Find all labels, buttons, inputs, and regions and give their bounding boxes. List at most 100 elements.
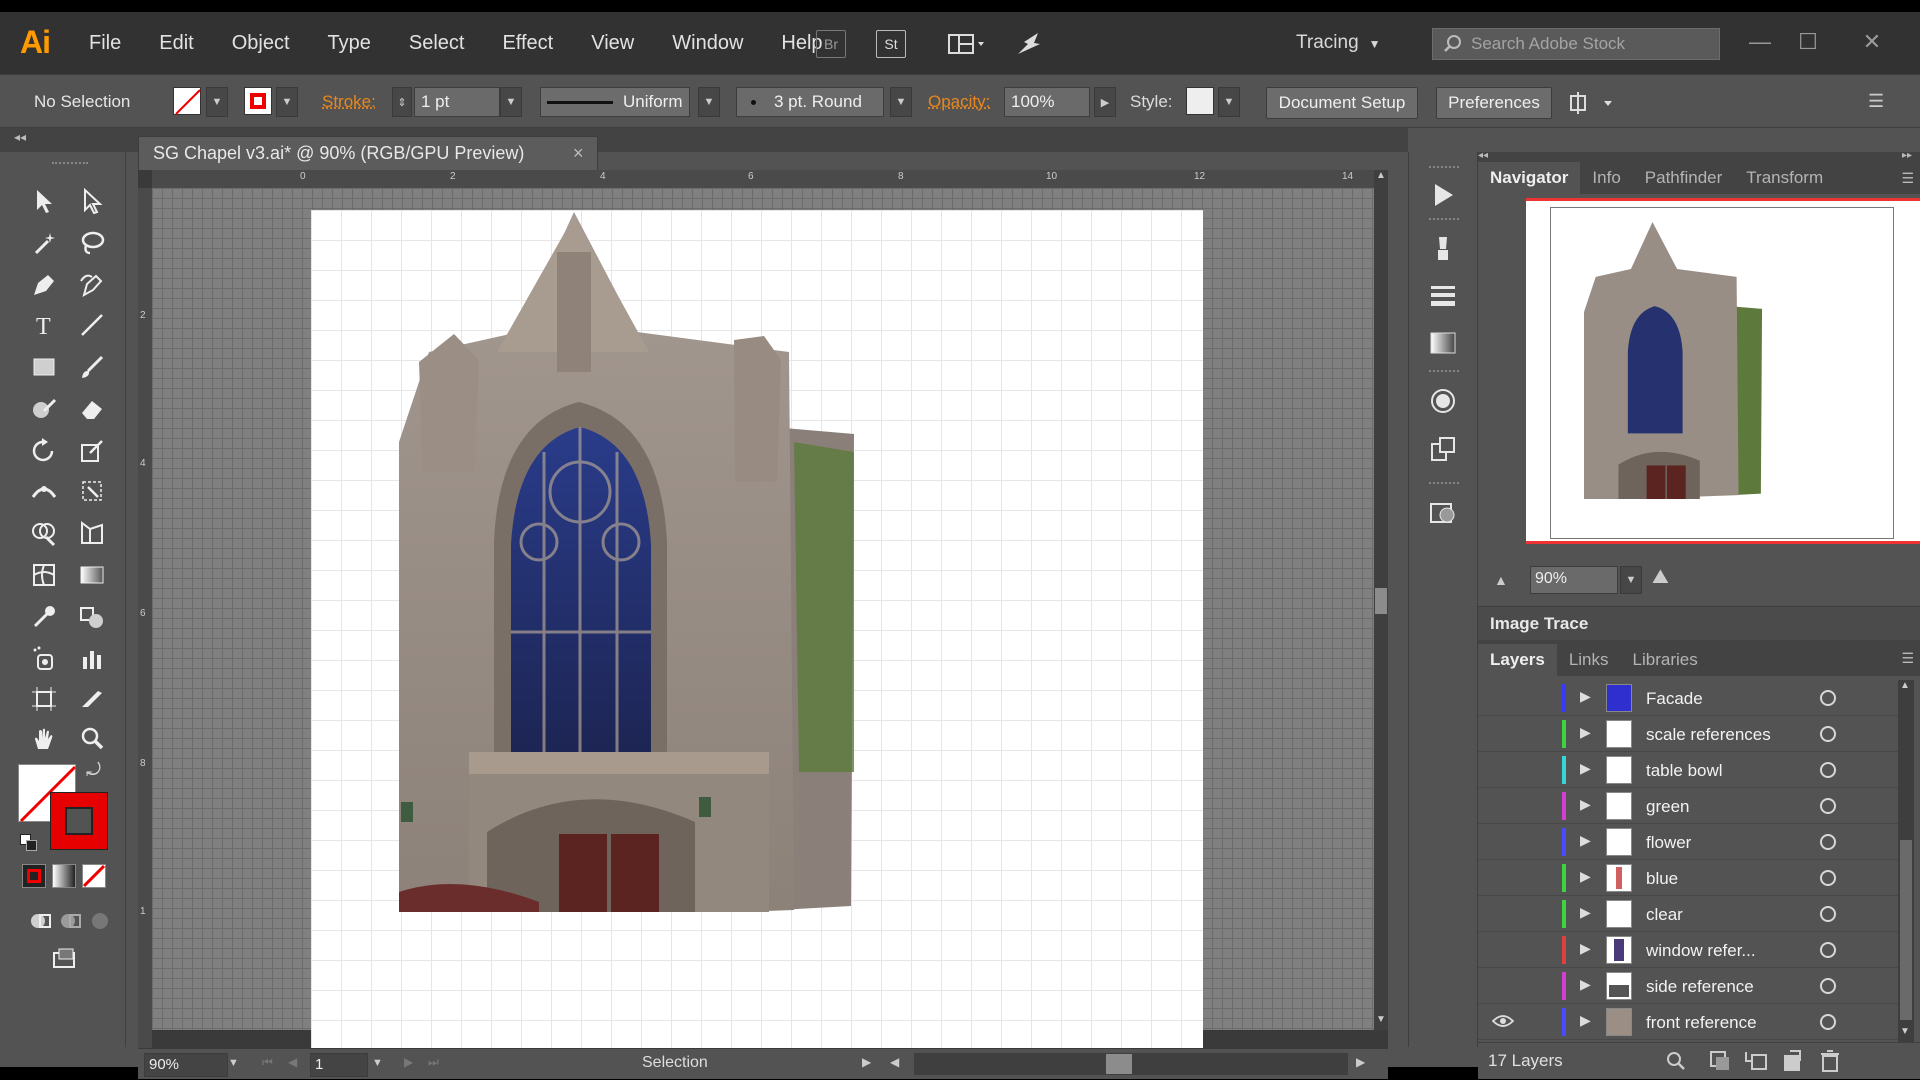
- scroll-down-icon[interactable]: ▼: [1376, 1014, 1386, 1025]
- layer-target-icon[interactable]: [1820, 906, 1836, 922]
- brush-dropdown[interactable]: ▼: [890, 87, 912, 117]
- horizontal-scrollbar[interactable]: [914, 1053, 1348, 1075]
- stock-button[interactable]: St: [876, 30, 906, 58]
- collapse-panels-icon[interactable]: ◂◂: [1478, 150, 1488, 161]
- actions-panel-icon[interactable]: [1425, 178, 1461, 212]
- layer-target-icon[interactable]: [1820, 1014, 1836, 1030]
- tools-grip[interactable]: [52, 162, 88, 168]
- layer-name[interactable]: window refer...: [1646, 941, 1756, 961]
- layer-target-icon[interactable]: [1820, 870, 1836, 886]
- panel-menu-icon[interactable]: ☰: [1901, 170, 1914, 187]
- navigator-zoom-dropdown[interactable]: ▼: [1620, 566, 1642, 594]
- menu-window[interactable]: Window: [653, 32, 762, 55]
- stroke-weight-field[interactable]: 1 pt: [414, 87, 500, 117]
- eyedropper-tool-icon[interactable]: [24, 598, 64, 636]
- scroll-down-icon[interactable]: ▼: [1900, 1026, 1910, 1037]
- fill-dropdown[interactable]: ▼: [206, 87, 228, 117]
- maximize-icon[interactable]: ☐: [1790, 26, 1826, 58]
- pen-tool-icon[interactable]: [24, 266, 64, 304]
- appearance-panel-icon[interactable]: [1425, 384, 1461, 418]
- layer-row[interactable]: ▶ side reference: [1478, 968, 1898, 1004]
- collapse-left-icon[interactable]: ◂◂: [14, 130, 26, 144]
- profile-dropdown[interactable]: ▼: [698, 87, 720, 117]
- horizontal-ruler[interactable]: 0 2 4 6 8 10 12 14: [152, 170, 1388, 188]
- layer-row[interactable]: ▶ scale references: [1478, 716, 1898, 752]
- menu-edit[interactable]: Edit: [140, 32, 212, 55]
- document-setup-button[interactable]: Document Setup: [1266, 87, 1418, 119]
- expand-panels-icon[interactable]: ▸▸: [1902, 150, 1912, 161]
- shaper-tool-icon[interactable]: [24, 390, 64, 428]
- layer-row[interactable]: ▶ blue: [1478, 860, 1898, 896]
- workspace-switcher[interactable]: Tracing ▼: [1296, 32, 1381, 54]
- panel-menu-icon[interactable]: ☰: [1868, 91, 1900, 115]
- new-sublayer-icon[interactable]: [1744, 1049, 1768, 1073]
- expand-layer-icon[interactable]: ▶: [1580, 940, 1591, 957]
- layer-row[interactable]: ▶ clear: [1478, 896, 1898, 932]
- layers-scrollbar[interactable]: ▲ ▼: [1898, 680, 1914, 1042]
- layer-target-icon[interactable]: [1820, 690, 1836, 706]
- layer-row[interactable]: ▶ Facade: [1478, 680, 1898, 716]
- artboard-dropdown-icon[interactable]: ▼: [372, 1057, 383, 1069]
- zoom-in-icon[interactable]: ⛰: [1652, 566, 1669, 589]
- layer-row[interactable]: ▶ flower: [1478, 824, 1898, 860]
- scroll-right-icon[interactable]: ▶: [1356, 1055, 1365, 1069]
- locate-object-icon[interactable]: [1664, 1049, 1688, 1073]
- tab-info[interactable]: Info: [1580, 168, 1632, 194]
- artboard-tool-icon[interactable]: [24, 680, 64, 718]
- pasteboard-grid[interactable]: [152, 188, 1374, 1048]
- expand-layer-icon[interactable]: ▶: [1580, 832, 1591, 849]
- layer-target-icon[interactable]: [1820, 942, 1836, 958]
- layer-name[interactable]: flower: [1646, 833, 1691, 853]
- slice-tool-icon[interactable]: [72, 680, 112, 718]
- gradient-mode-icon[interactable]: [52, 864, 76, 888]
- layer-name[interactable]: scale references: [1646, 725, 1771, 745]
- layer-target-icon[interactable]: [1820, 726, 1836, 742]
- new-layer-icon[interactable]: [1780, 1049, 1804, 1073]
- lasso-tool-icon[interactable]: [72, 224, 112, 262]
- free-transform-tool-icon[interactable]: [72, 472, 112, 510]
- color-mode-icon[interactable]: [22, 864, 46, 888]
- none-mode-icon[interactable]: [82, 864, 106, 888]
- draw-inside-icon[interactable]: [80, 902, 120, 940]
- style-dropdown[interactable]: ▼: [1218, 87, 1240, 117]
- layer-target-icon[interactable]: [1820, 834, 1836, 850]
- prev-artboard-icon[interactable]: ◀: [288, 1055, 297, 1069]
- last-artboard-icon[interactable]: ⏭: [428, 1055, 439, 1070]
- selection-tool-icon[interactable]: [24, 182, 64, 220]
- variable-width-profile[interactable]: Uniform: [540, 87, 690, 117]
- layer-name[interactable]: table bowl: [1646, 761, 1723, 781]
- align-options-icon[interactable]: [1568, 89, 1624, 117]
- expand-layer-icon[interactable]: ▶: [1580, 688, 1591, 705]
- expand-layer-icon[interactable]: ▶: [1580, 904, 1591, 921]
- vertical-ruler[interactable]: 2 4 6 8 1: [138, 188, 152, 1048]
- expand-layer-icon[interactable]: ▶: [1580, 724, 1591, 741]
- document-tab[interactable]: SG Chapel v3.ai* @ 90% (RGB/GPU Preview)…: [138, 136, 598, 170]
- scroll-thumb[interactable]: [1375, 588, 1387, 614]
- width-tool-icon[interactable]: [24, 472, 64, 510]
- arrange-documents-icon[interactable]: [944, 30, 990, 58]
- gpu-performance-icon[interactable]: [1014, 30, 1044, 58]
- menu-effect[interactable]: Effect: [483, 32, 572, 55]
- opacity-field[interactable]: 100%: [1004, 87, 1090, 117]
- brush-definition[interactable]: 3 pt. Round: [736, 87, 884, 117]
- delete-layer-icon[interactable]: [1818, 1049, 1842, 1073]
- fill-swatch[interactable]: [173, 87, 201, 115]
- layer-name[interactable]: side reference: [1646, 977, 1754, 997]
- curvature-tool-icon[interactable]: [72, 266, 112, 304]
- first-artboard-icon[interactable]: ⏮: [262, 1055, 273, 1070]
- navigator-zoom-field[interactable]: 90%: [1530, 566, 1618, 594]
- symbol-sprayer-tool-icon[interactable]: [24, 640, 64, 678]
- brushes-panel-icon[interactable]: [1425, 232, 1461, 266]
- stroke-weight-dropdown[interactable]: ▼: [500, 87, 522, 117]
- zoom-out-icon[interactable]: ▲: [1494, 572, 1508, 588]
- stroke-stepper[interactable]: ⇕: [392, 87, 412, 117]
- expand-layer-icon[interactable]: ▶: [1580, 1012, 1591, 1029]
- artboard[interactable]: [311, 210, 1203, 1048]
- zoom-level-field[interactable]: 90%: [144, 1053, 228, 1077]
- close-document-icon[interactable]: ×: [573, 143, 584, 164]
- status-menu-icon[interactable]: ▶: [862, 1055, 871, 1069]
- eraser-tool-icon[interactable]: [72, 390, 112, 428]
- tab-transform[interactable]: Transform: [1734, 168, 1835, 194]
- scale-tool-icon[interactable]: [72, 432, 112, 470]
- stroke-panel-icon[interactable]: [1425, 278, 1461, 312]
